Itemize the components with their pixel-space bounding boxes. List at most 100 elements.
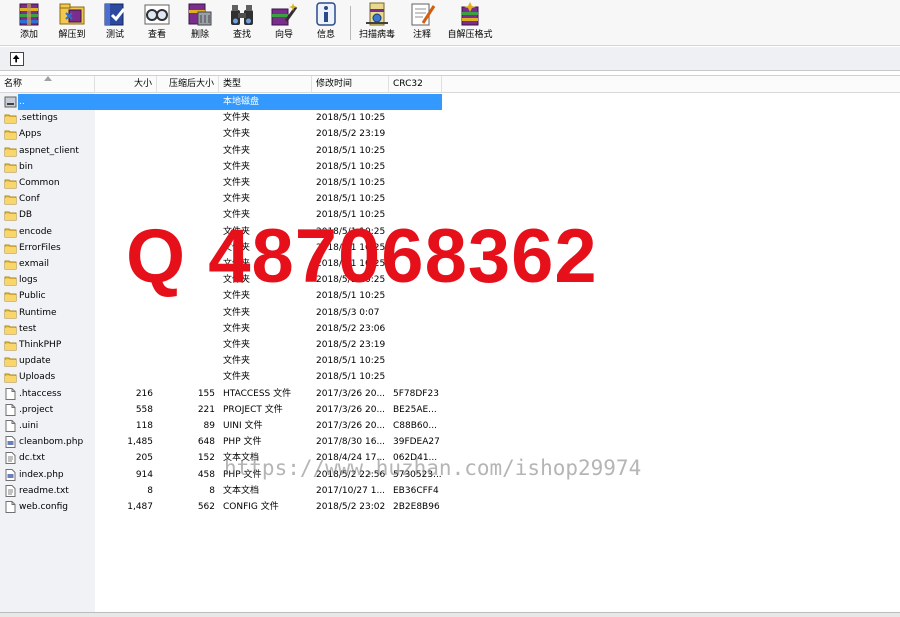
view-label: 查看 [147,30,166,40]
folder-icon [4,193,17,205]
table-row[interactable]: ThinkPHP 文件夹 2018/5/2 23:19 [0,337,900,353]
table-row[interactable]: Uploads 文件夹 2018/5/1 10:25 [0,369,900,385]
row-name: ErrorFiles [19,242,61,253]
sfx-icon [461,2,479,26]
header-name[interactable]: 名称 [0,76,95,93]
folder-icon [4,290,17,302]
row-size: 1,485 [127,437,153,448]
row-modified: 2017/3/26 20... [316,421,386,431]
row-crc [393,337,441,353]
extract-to-icon [59,3,85,25]
row-crc [393,305,441,321]
row-size: 1,487 [127,502,153,512]
test-icon [104,3,126,26]
row-packed-size: 458 [197,469,215,480]
table-row[interactable]: .uini 118 89 UINI 文件 2017/3/26 20... C88B60..… [0,418,900,434]
header-type[interactable]: 类型 [219,76,312,93]
row-crc [393,126,441,142]
table-row[interactable]: Runtime 文件夹 2018/5/3 0:07 [0,305,900,321]
table-row[interactable]: cleanbom.php 1,485 648 PHP 文件 2017/8/30 16..… [0,434,900,450]
virus-scan-button[interactable]: 扫描病毒 [356,1,398,43]
text-file-icon [4,452,17,465]
row-modified: 2017/3/26 20... [316,404,386,415]
row-type: PHP 文件 [223,437,262,448]
table-row[interactable]: .project 558 221 PROJECT 文件 2017/3/26 20... B… [0,402,900,418]
row-modified: 2018/5/1 10:25 [316,113,386,124]
header-name-label: 名称 [4,79,23,89]
header-modified[interactable]: 修改时间 [312,76,389,93]
sfx-button[interactable]: 自解压格式 [444,1,496,43]
row-size: 914 [135,469,153,480]
header-packed-label: 压缩后大小 [168,79,214,89]
row-crc [393,353,441,369]
row-name: Runtime [19,307,57,318]
header-packed[interactable]: 压缩后大小 [157,76,219,93]
row-type: 文件夹 [223,340,251,350]
table-row[interactable]: Conf 文件夹 2018/5/1 10:25 [0,191,900,207]
row-name: Conf [19,194,40,205]
virus-scan-label: 扫描病毒 [358,30,395,40]
find-button[interactable]: 查找 [225,1,259,43]
comment-label: 注释 [412,30,431,40]
row-type: 文件夹 [223,113,251,124]
add-label: 添加 [19,30,38,40]
file-icon [4,420,17,432]
table-row[interactable]: Common 文件夹 2018/5/1 10:25 [0,175,900,191]
add-button[interactable]: 添加 [12,1,46,43]
row-size [96,159,153,175]
table-row[interactable]: aspnet_client 文件夹 2018/5/1 10:25 [0,143,900,159]
folder-icon [4,145,17,157]
row-crc: C88B60... [393,421,437,431]
view-button[interactable]: 查看 [140,1,174,43]
row-packed-size [160,126,215,142]
header-crc[interactable]: CRC32 [389,76,442,93]
up-folder-button[interactable] [10,52,24,66]
row-packed-size: 8 [209,485,215,496]
row-type: 文件夹 [223,161,251,172]
row-type: 文件夹 [223,145,251,156]
row-type: 文件夹 [223,129,251,140]
table-row[interactable]: test 文件夹 2018/5/2 23:06 [0,321,900,337]
row-name: dc.txt [19,453,45,464]
row-name: .. [19,97,25,107]
folder-icon [4,242,17,254]
row-modified: 2018/5/2 23:19 [316,340,386,350]
row-name: encode [19,226,52,237]
row-crc: BE25AE... [393,404,437,415]
delete-button[interactable]: 删除 [183,1,217,43]
wizard-icon [271,3,298,26]
path-field[interactable] [32,51,892,67]
table-row[interactable]: bin 文件夹 2018/5/1 10:25 [0,159,900,175]
row-size [96,191,153,207]
table-row[interactable]: .settings 文件夹 2018/5/1 10:25 [0,110,900,126]
row-name: bin [19,161,33,172]
qq-watermark: Q 487068362 [126,214,598,299]
comment-button[interactable]: 注释 [405,1,439,43]
row-name: Public [19,291,46,302]
delete-label: 删除 [190,30,209,40]
extract-to-button[interactable]: 解压到 [55,1,89,43]
info-button[interactable]: 信息 [309,1,343,43]
folder-icon [4,355,17,367]
row-packed-size [160,143,215,159]
row-name: update [19,356,51,367]
header-size[interactable]: 大小 [95,76,157,93]
row-size: 205 [135,453,153,464]
row-name: .project [19,404,54,415]
table-row[interactable]: update 文件夹 2018/5/1 10:25 [0,353,900,369]
row-size: 216 [135,388,153,399]
table-row[interactable]: .. 本地磁盘 [0,94,900,110]
status-bar [0,612,900,617]
folder-icon [4,258,17,270]
row-size [96,143,153,159]
table-row[interactable]: .htaccess 216 155 HTACCESS 文件 2017/3/26 20..… [0,386,900,402]
php-file-icon [4,436,17,449]
row-crc [393,110,441,126]
wizard-button[interactable]: 向导 [267,1,301,43]
row-modified: 2018/5/1 10:25 [316,356,386,367]
table-row[interactable]: readme.txt 8 8 文本文档 2017/10/27 1... EB36CFF4 [0,483,900,499]
test-button[interactable]: 测试 [98,1,132,43]
table-row[interactable]: Apps 文件夹 2018/5/2 23:19 [0,126,900,142]
table-row[interactable]: web.config 1,487 562 CONFIG 文件 2018/5/2 23:0… [0,499,900,515]
column-header: 名称 大小 压缩后大小 类型 修改时间 CRC32 [0,76,900,93]
